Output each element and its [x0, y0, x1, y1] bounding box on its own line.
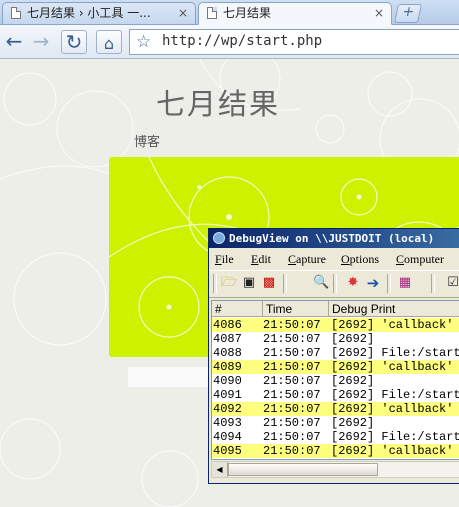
menu-file[interactable]: File — [215, 249, 234, 269]
cell-time: 21:50:07 — [263, 360, 321, 374]
menu-options[interactable]: Options — [341, 249, 379, 269]
cell-num: 4093 — [213, 416, 242, 430]
debugview-titlebar[interactable]: DebugView on \\JUSTDOIT (local) — [209, 229, 459, 248]
toolbar-separator — [283, 274, 287, 293]
new-tab-button[interactable]: + — [393, 4, 423, 23]
close-tab-icon[interactable]: × — [374, 3, 384, 23]
table-row[interactable]: 4094 21:50:07 [2692] File:/start. — [212, 430, 459, 444]
cell-time: 21:50:07 — [263, 332, 321, 346]
cell-time: 21:50:07 — [263, 416, 321, 430]
cell-time: 21:50:07 — [263, 318, 321, 332]
cell-num: 4090 — [213, 374, 242, 388]
column-header-number[interactable]: # — [212, 301, 263, 317]
cell-msg: [2692] 'callback' — [331, 360, 454, 374]
menu-edit[interactable]: Edit — [251, 249, 271, 269]
save-icon[interactable]: ▣ — [241, 275, 257, 291]
cell-num: 4095 — [213, 444, 242, 458]
history-icon[interactable]: ▦ — [397, 275, 413, 291]
cell-time: 21:50:07 — [263, 388, 321, 402]
debugview-toolbar: 🗁 ▣ ▩ 🔍 ✸ ➔ ▦ ☑ — [209, 270, 459, 298]
cell-msg: [2692] File:/start. — [331, 388, 459, 402]
table-row[interactable]: 4087 21:50:07 [2692] — [212, 332, 459, 346]
table-row[interactable]: 4096 21:50:07 [2692] — [212, 458, 459, 459]
table-row[interactable]: 4095 21:50:07 [2692] 'callback' — [212, 444, 459, 458]
debugview-window: DebugView on \\JUSTDOIT (local) File Edi… — [208, 228, 459, 484]
tab-active[interactable]: 七月结果 × — [198, 2, 392, 25]
blog-title[interactable]: 七月结果 — [156, 81, 280, 123]
cell-msg: [2692] File:/start. — [331, 346, 459, 360]
cell-num: 4087 — [213, 332, 242, 346]
menu-capture[interactable]: Capture — [288, 249, 326, 269]
document-icon — [207, 7, 217, 19]
scrollbar-thumb[interactable] — [228, 463, 378, 476]
column-header-time[interactable]: Time — [263, 301, 329, 317]
cell-msg: [2692] — [331, 458, 374, 459]
cell-num: 4088 — [213, 346, 242, 360]
menu-bar: File Edit Capture Options Computer H — [209, 249, 459, 269]
bookmark-star-icon[interactable]: ☆ — [136, 30, 151, 54]
toolbar-separator — [431, 274, 435, 293]
cell-time: 21:50:07 — [263, 430, 321, 444]
cell-msg: [2692] 'callback' — [331, 318, 454, 332]
debugview-app-icon — [213, 232, 225, 244]
reload-icon: ↻ — [65, 30, 83, 54]
cell-num: 4094 — [213, 430, 242, 444]
address-url: http://wp/start.php — [162, 33, 323, 49]
tab-inactive[interactable]: 七月结果 › 小工具 一... × — [2, 2, 196, 24]
menu-computer[interactable]: Computer — [396, 249, 444, 269]
address-bar[interactable]: ☆ http://wp/start.php — [129, 29, 459, 55]
cell-num: 4096 — [213, 458, 242, 459]
tab-strip: 七月结果 › 小工具 一... × 七月结果 × + — [0, 0, 459, 25]
table-row[interactable]: 4090 21:50:07 [2692] — [212, 374, 459, 388]
scroll-left-icon[interactable]: ◀ — [212, 462, 228, 477]
clock-time-icon[interactable]: ☑ — [445, 275, 459, 291]
cell-time: 21:50:07 — [263, 458, 321, 459]
toolbar-separator — [333, 274, 337, 293]
debug-output-list[interactable]: # Time Debug Print 4086 21:50:07 [2692] 'c… — [211, 300, 459, 460]
cell-num: 4086 — [213, 318, 242, 332]
cell-time: 21:50:07 — [263, 402, 321, 416]
browser-toolbar: ← → ↻ ⌂ ☆ http://wp/start.php — [0, 25, 459, 59]
open-folder-icon[interactable]: 🗁 — [221, 275, 237, 291]
blog-subtitle: 博客 — [134, 135, 161, 150]
cell-time: 21:50:07 — [263, 444, 321, 458]
back-button[interactable]: ← — [1, 30, 27, 54]
cell-num: 4089 — [213, 360, 242, 374]
toolbar-separator — [387, 274, 391, 293]
cell-msg: [2692] File:/start. — [331, 430, 459, 444]
close-tab-icon[interactable]: × — [178, 3, 188, 23]
cell-msg: [2692] 'callback' — [331, 444, 454, 458]
home-icon: ⌂ — [103, 34, 115, 53]
forward-button[interactable]: → — [28, 30, 54, 54]
forward-arrow-icon: → — [32, 29, 50, 53]
cell-msg: [2692] 'callback' — [331, 402, 454, 416]
cell-msg: [2692] — [331, 416, 375, 430]
column-header-debug-print[interactable]: Debug Print — [329, 301, 459, 317]
table-row[interactable]: 4088 21:50:07 [2692] File:/start. — [212, 346, 459, 360]
tab-title: 七月结果 › 小工具 一... — [27, 6, 151, 20]
cell-msg: [2692] — [331, 332, 375, 346]
cell-num: 4092 — [213, 402, 242, 416]
home-button[interactable]: ⌂ — [96, 30, 122, 54]
table-row[interactable]: 4092 21:50:07 [2692] 'callback' — [212, 402, 459, 416]
cell-time: 21:50:07 — [263, 374, 321, 388]
table-row[interactable]: 4091 21:50:07 [2692] File:/start. — [212, 388, 459, 402]
toolbar-separator — [213, 274, 217, 293]
cell-time: 21:50:07 — [263, 346, 321, 360]
horizontal-scrollbar[interactable]: ◀ — [211, 461, 459, 478]
document-icon — [11, 7, 21, 19]
filter-icon[interactable]: ✸ — [345, 275, 361, 291]
reload-button[interactable]: ↻ — [61, 30, 87, 54]
save-log-icon[interactable]: ▩ — [261, 275, 277, 291]
back-arrow-icon: ← — [5, 29, 23, 53]
table-row[interactable]: 4089 21:50:07 [2692] 'callback' — [212, 360, 459, 374]
find-icon[interactable]: 🔍 — [313, 275, 329, 291]
cell-msg: [2692] — [331, 374, 375, 388]
window-title: DebugView on \\JUSTDOIT (local) — [229, 232, 435, 245]
table-row[interactable]: 4086 21:50:07 [2692] 'callback' — [212, 318, 459, 332]
cell-num: 4091 — [213, 388, 242, 402]
tab-title: 七月结果 — [223, 6, 272, 20]
scroll-arrow-icon[interactable]: ➔ — [365, 275, 381, 291]
table-row[interactable]: 4093 21:50:07 [2692] — [212, 416, 459, 430]
